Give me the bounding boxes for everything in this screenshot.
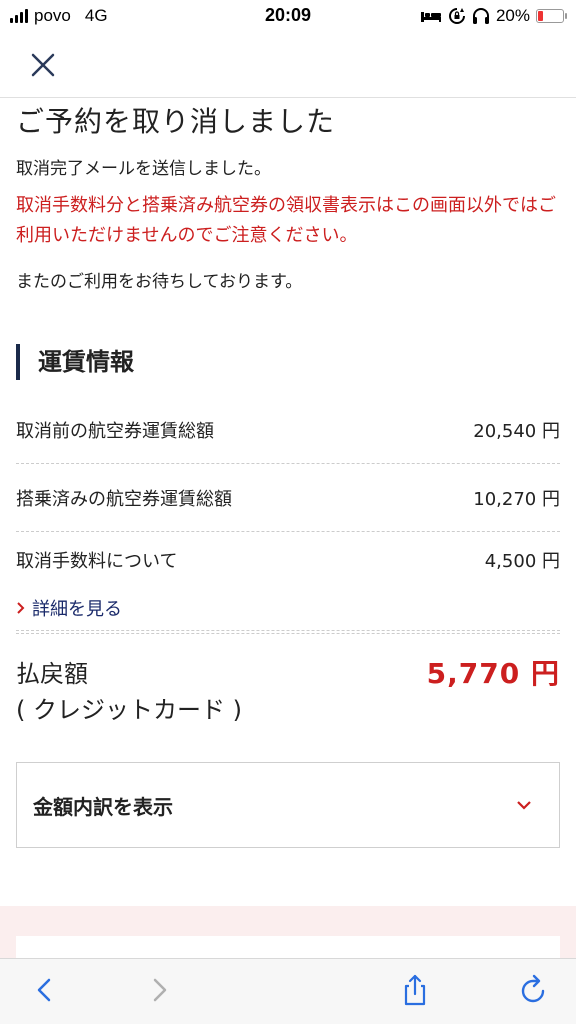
fare-rows: 取消前の航空券運賃総額 20,540 円 搭乗済みの航空券運賃総額 10,270… bbox=[16, 396, 560, 588]
fare-row-value: 4,500 円 bbox=[484, 551, 560, 572]
reload-icon[interactable] bbox=[516, 973, 550, 1007]
fare-row-label: 取消前の航空券運賃総額 bbox=[16, 420, 214, 442]
details-link[interactable]: 詳細を見る bbox=[16, 588, 560, 628]
battery-percent: 20% bbox=[495, 6, 530, 25]
fare-row-boarded: 搭乗済みの航空券運賃総額 10,270 円 bbox=[16, 464, 560, 532]
battery-icon bbox=[536, 9, 567, 23]
chevron-left-icon[interactable] bbox=[28, 973, 62, 1007]
email-sent-message: 取消完了メールを送信しました。 bbox=[16, 159, 271, 179]
refund-label-method: ( クレジットカード ) bbox=[16, 696, 242, 724]
breakdown-label: 金額内訳を表示 bbox=[33, 794, 173, 819]
share-icon[interactable] bbox=[398, 973, 432, 1007]
fare-row-before-cancel: 取消前の航空券運賃総額 20,540 円 bbox=[16, 396, 560, 464]
fare-row-label: 取消手数料について bbox=[16, 551, 178, 572]
refund-label-title: 払戻額 bbox=[16, 660, 88, 688]
fare-row-value: 10,270 円 bbox=[473, 488, 560, 510]
chevron-down-icon bbox=[517, 801, 531, 810]
browser-toolbar bbox=[0, 958, 576, 1024]
page: povo 4G 20:09 20% ご予約を取り消しました 取消完了メールを送信… bbox=[0, 0, 576, 1024]
header bbox=[0, 34, 576, 98]
breakdown-toggle[interactable]: 金額内訳を表示 bbox=[16, 762, 560, 848]
fare-row-cancel-fee: 取消手数料について 4,500 円 bbox=[16, 532, 560, 588]
section-title-fare-info: 運賃情報 bbox=[16, 344, 560, 380]
rotation-lock-icon bbox=[448, 8, 465, 24]
main-content: ご予約を取り消しました 取消完了メールを送信しました。 取消手数料分と搭乗済み航… bbox=[16, 98, 560, 848]
page-title: ご予約を取り消しました bbox=[16, 105, 336, 138]
headphones-icon bbox=[472, 8, 489, 24]
refund-label: 払戻額 ( クレジットカード ) bbox=[16, 656, 242, 728]
chevron-right-icon[interactable] bbox=[142, 973, 176, 1007]
fare-row-value: 20,540 円 bbox=[473, 420, 560, 442]
refund-summary: 払戻額 ( クレジットカード ) 5,770 円 bbox=[16, 656, 560, 728]
close-icon[interactable] bbox=[26, 48, 60, 82]
next-section-card bbox=[16, 936, 560, 958]
fare-row-label: 搭乗済みの航空券運賃総額 bbox=[16, 488, 232, 510]
status-right: 20% bbox=[420, 6, 567, 26]
refund-amount: 5,770 円 bbox=[426, 657, 560, 690]
thanks-message: またのご利用をお待ちしております。 bbox=[16, 272, 303, 292]
details-link-label: 詳細を見る bbox=[32, 599, 122, 620]
warning-message: 取消手数料分と搭乗済み航空券の領収書表示はこの画面以外ではご利用いただけませんの… bbox=[16, 195, 556, 246]
status-bar: povo 4G 20:09 20% bbox=[0, 0, 576, 34]
bed-icon bbox=[420, 12, 441, 22]
divider bbox=[16, 630, 560, 634]
chevron-right-icon bbox=[17, 602, 25, 614]
